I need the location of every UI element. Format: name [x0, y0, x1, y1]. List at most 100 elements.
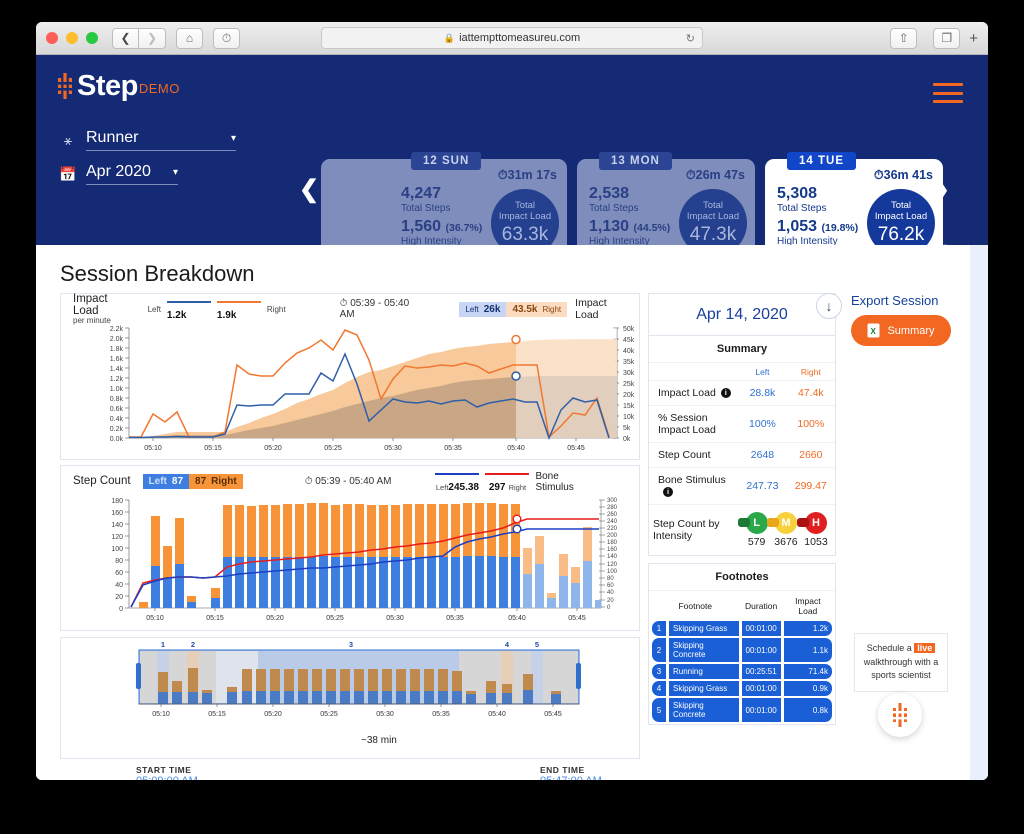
timeline-handle-right[interactable] [576, 663, 581, 689]
svg-text:05:45: 05:45 [567, 445, 585, 452]
footnote-duration: 00:01:00 [741, 638, 781, 662]
svg-text:25k: 25k [623, 381, 635, 388]
timeline-marker-label: 3 [349, 640, 353, 649]
bone-right-marker[interactable] [512, 514, 522, 524]
back-icon[interactable]: ❮ [112, 27, 139, 49]
day-card-selected[interactable]: 14 TUE ⏱36m 41s 5,308 Total Steps 1,053 … [765, 152, 943, 245]
chevron-down-icon: ▾ [230, 132, 236, 144]
footnote-number: 5 [652, 698, 666, 722]
svg-text:05:35: 05:35 [444, 445, 462, 452]
window-controls[interactable] [46, 32, 98, 44]
step-count-title: Step Count [73, 475, 131, 487]
footnote-row[interactable]: 5 Skipping Concrete 00:01:00 0.8k [652, 698, 832, 722]
svg-text:60: 60 [115, 570, 123, 577]
maximize-window-button[interactable] [86, 32, 98, 44]
export-summary-button[interactable]: X Summary [851, 315, 951, 346]
app-header: Step DEMO ⚹ Runner ▾ 📅 Apr 2020 ▾ ❮ 12 S… [36, 55, 988, 245]
svg-text:120: 120 [607, 562, 618, 568]
footnote-duration: 00:01:00 [741, 681, 781, 696]
forward-icon[interactable]: ❯ [139, 27, 166, 49]
day-card-duration: ⏱26m 47s [685, 168, 745, 182]
footnote-row[interactable]: 3 Running 00:25:51 71.4k [652, 664, 832, 679]
svg-text:240: 240 [607, 519, 618, 525]
svg-text:05:40: 05:40 [488, 711, 506, 718]
plus-icon[interactable]: + [969, 30, 978, 47]
day-cards-carousel: ❮ ❯ ^ 6m 4s Total Impact Load 4.1k 12 SU… [291, 147, 988, 245]
bone-left-marker[interactable] [512, 524, 522, 534]
minimize-window-button[interactable] [66, 32, 78, 44]
legend-bone-left-line-icon [435, 472, 480, 475]
svg-text:10k: 10k [623, 414, 635, 421]
svg-text:0.0k: 0.0k [110, 436, 124, 443]
step-count-chart[interactable]: 180160 140120 10080 6040 200 300280 2602… [61, 492, 639, 628]
session-timeline-chart[interactable]: 05:10 05:15 05:20 05:25 05:30 05:35 05:40 05… [61, 638, 639, 730]
close-window-button[interactable] [46, 32, 58, 44]
footnote-name: Skipping Concrete [669, 638, 739, 662]
day-card[interactable]: 13 MON ⏱26m 47s 2,538 Total Steps 1,130 … [577, 152, 755, 245]
browser-right-buttons[interactable]: ⇧ ❐ + [880, 27, 978, 49]
share-icon[interactable]: ⇧ [890, 27, 918, 49]
footnote-row[interactable]: 1 Skipping Grass 00:01:00 1.2k [652, 621, 832, 636]
info-icon[interactable]: i [663, 487, 673, 497]
clock-icon[interactable]: ⏱ [213, 27, 240, 49]
intensity-low: L 579 [737, 512, 768, 548]
footnote-row[interactable]: 4 Skipping Grass 00:01:00 0.9k [652, 681, 832, 696]
impact-load-title: Impact Load [73, 292, 108, 318]
day-card-duration: ⏱36m 41s [873, 168, 933, 182]
summary-sidebar: Apr 14, 2020 Summary Left Right Impact L… [648, 293, 836, 725]
chart-dim-region [516, 328, 617, 438]
footnote-number: 3 [652, 664, 666, 679]
svg-text:05:10: 05:10 [144, 445, 162, 452]
footnote-row[interactable]: 2 Skipping Concrete 00:01:00 1.1k [652, 638, 832, 662]
footnote-col-header: Footnote [678, 601, 713, 611]
day-card[interactable]: 12 SUN ⏱31m 17s 4,247 Total Steps 1,560 … [389, 152, 567, 245]
row-label: Step Count [649, 442, 739, 468]
footnote-load: 0.8k [783, 698, 832, 722]
month-selected-value: Apr 2020 [86, 163, 151, 180]
carousel-prev-icon[interactable]: ❮ [299, 175, 319, 204]
clock-icon: ⏱ [304, 475, 313, 487]
svg-text:160: 160 [607, 547, 618, 553]
footnote-load: 1.2k [783, 621, 832, 636]
impact-left-marker[interactable] [511, 371, 521, 381]
svg-text:40: 40 [607, 590, 614, 596]
svg-text:80: 80 [115, 558, 123, 565]
svg-text:05:20: 05:20 [266, 615, 284, 622]
month-selector[interactable]: 📅 Apr 2020 ▾ [58, 163, 178, 185]
chevron-down-icon: ▾ [172, 166, 178, 178]
impact-right-marker[interactable] [511, 334, 521, 345]
address-bar[interactable]: 🔒 iattempttomeasureu.com ↻ [321, 27, 703, 49]
col-header-left: Left [738, 363, 787, 381]
circle-value: 76.2k [877, 223, 925, 245]
runner-selector[interactable]: ⚹ Runner ▾ [58, 129, 236, 151]
high-intensity-value: 1053 [804, 536, 828, 548]
step-left-badge: Left 87 [142, 473, 190, 489]
svg-text:05:30: 05:30 [376, 711, 394, 718]
chat-text-2: walkthrough with a sports scientist [863, 656, 939, 681]
timeline-handle-left[interactable] [136, 663, 141, 689]
browser-window: ❮ ❯ ⌂ ⏱ 🔒 iattempttomeasureu.com ↻ ⇧ ❐ + [36, 22, 988, 780]
reload-icon[interactable]: ↻ [686, 32, 695, 45]
chat-launcher-button[interactable] [878, 693, 922, 737]
hamburger-menu-icon[interactable] [933, 83, 963, 103]
app-logo[interactable]: Step DEMO [56, 72, 180, 101]
row-label: Impact Load [658, 387, 716, 399]
tabs-icon[interactable]: ❐ [933, 27, 961, 49]
impact-load-header: Impact Load per minute Left 1.2k 1.9k Ri… [61, 292, 639, 325]
step-person-icon [891, 703, 909, 727]
navigation-buttons[interactable]: ❮ ❯ [112, 27, 166, 49]
info-icon[interactable]: i [720, 388, 731, 398]
footnote-number: 1 [652, 621, 666, 636]
start-time-value: 05:09:00 AM [136, 775, 198, 780]
logo-demo-text: DEMO [138, 81, 180, 96]
download-arrow-icon[interactable]: ↓ [816, 293, 842, 319]
live-tag: live [914, 643, 936, 653]
steps-time-range: ⏱ 05:39 - 05:40 AM [304, 475, 392, 487]
timeline-marker-label: 5 [535, 640, 539, 649]
svg-text:05:35: 05:35 [432, 711, 450, 718]
svg-text:180: 180 [111, 498, 123, 505]
home-icon[interactable]: ⌂ [176, 27, 203, 49]
export-button-label: Summary [887, 324, 935, 337]
impact-load-chart[interactable]: 2.2k 2.0k 1.8k 1.6k 1.4k 1.2k 1.0k 0.8k 0.6k… [61, 320, 639, 458]
svg-text:1.6k: 1.6k [110, 356, 124, 363]
